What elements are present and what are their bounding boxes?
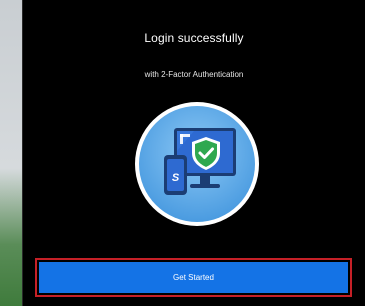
two-factor-illustration-graphic: S xyxy=(135,102,259,226)
svg-text:S: S xyxy=(172,172,180,184)
get-started-button[interactable]: Get Started xyxy=(39,262,348,293)
dialog-subtitle: with 2-Factor Authentication xyxy=(144,70,244,79)
get-started-highlight: Get Started xyxy=(35,258,352,297)
dialog-title: Login successfully xyxy=(144,31,244,45)
login-success-dialog: Login successfully with 2-Factor Authent… xyxy=(22,0,365,306)
two-factor-illustration: S xyxy=(134,101,260,227)
phone-icon: S xyxy=(164,155,187,195)
